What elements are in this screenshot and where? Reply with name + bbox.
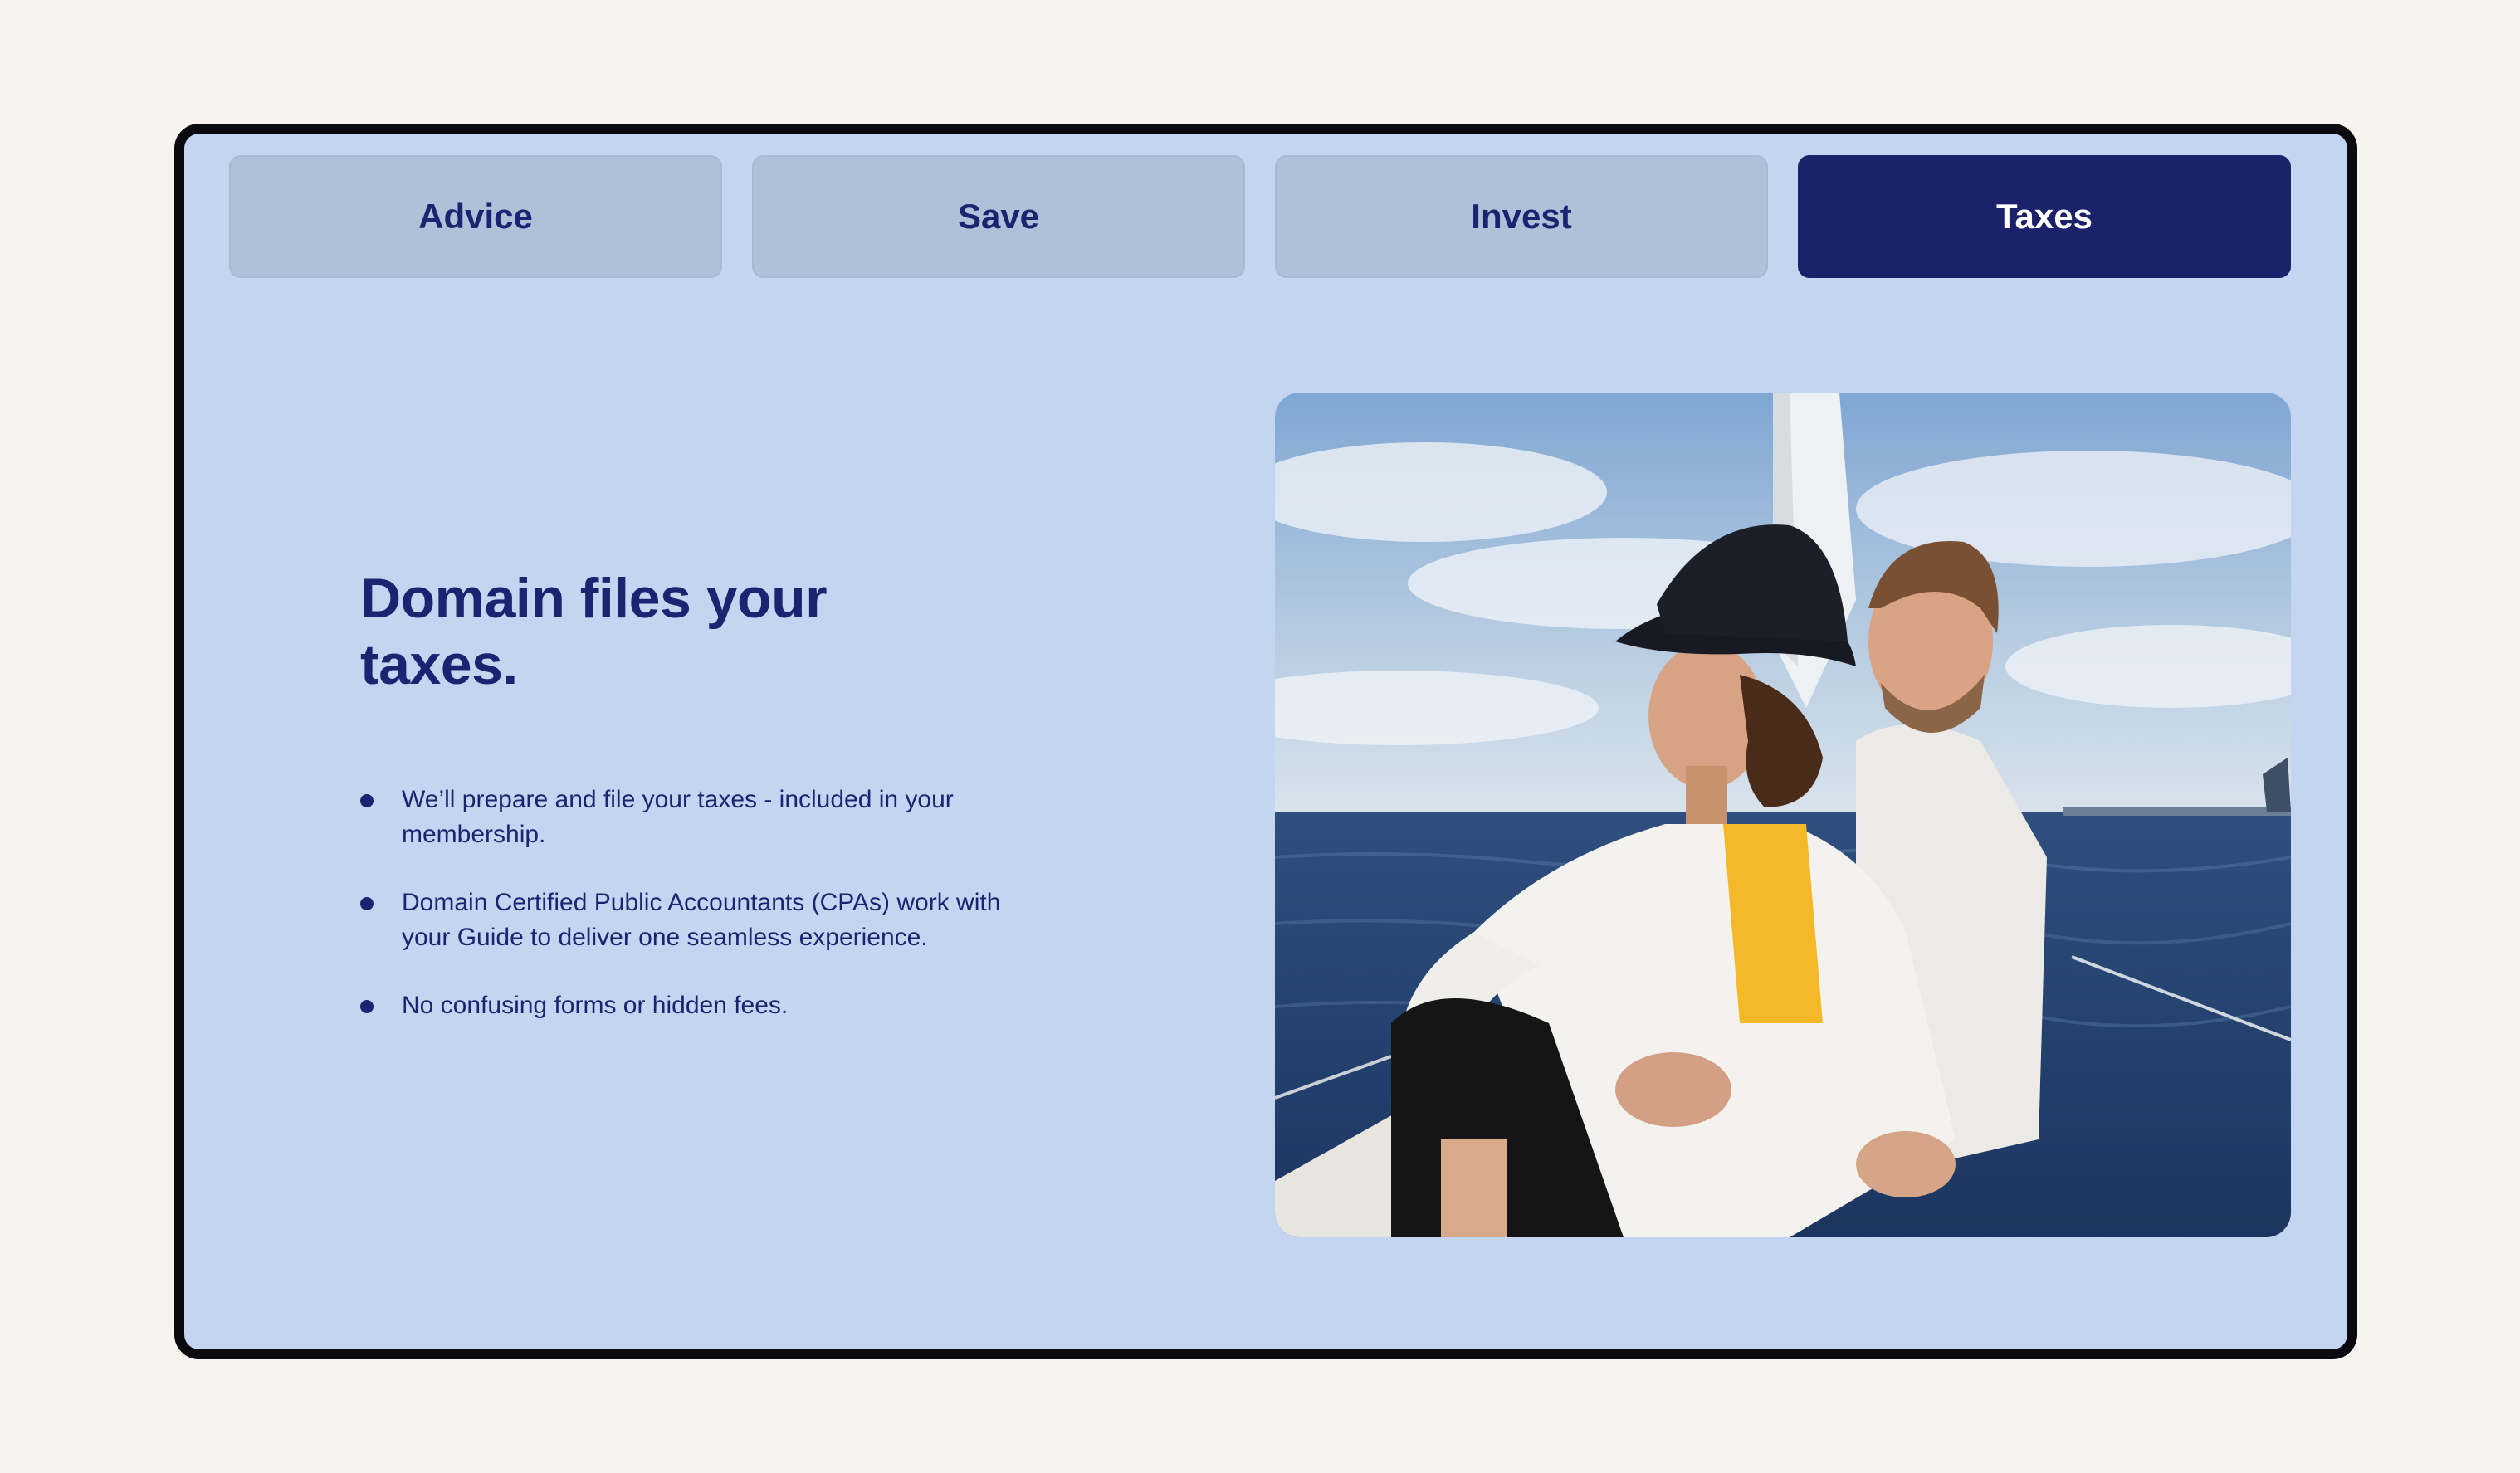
feature-content: Domain files your taxes. We’ll prepare a…	[360, 565, 1024, 1056]
feature-headline: Domain files your taxes.	[360, 567, 828, 696]
bullet-dot-icon	[360, 897, 374, 910]
bullet-text: We’ll prepare and file your taxes - incl…	[402, 786, 954, 848]
list-item: No confusing forms or hidden fees.	[360, 988, 1024, 1023]
bullet-dot-icon	[360, 794, 374, 807]
tab-advice[interactable]: Advice	[229, 155, 722, 278]
bullet-text: No confusing forms or hidden fees.	[402, 992, 789, 1019]
bullet-text: Domain Certified Public Accountants (CPA…	[402, 889, 1001, 951]
tab-taxes[interactable]: Taxes	[1798, 155, 2291, 278]
list-item: We’ll prepare and file your taxes - incl…	[360, 783, 1024, 852]
bullet-dot-icon	[360, 1000, 374, 1013]
tab-invest[interactable]: Invest	[1275, 155, 1768, 278]
feature-bullet-list: We’ll prepare and file your taxes - incl…	[360, 783, 1024, 1023]
list-item: Domain Certified Public Accountants (CPA…	[360, 885, 1024, 955]
feature-photo	[1275, 393, 2291, 1237]
feature-panel: Advice Save Invest Taxes Domain files yo…	[174, 124, 2357, 1359]
tab-bar: Advice Save Invest Taxes	[229, 155, 2291, 278]
tab-save[interactable]: Save	[752, 155, 1245, 278]
